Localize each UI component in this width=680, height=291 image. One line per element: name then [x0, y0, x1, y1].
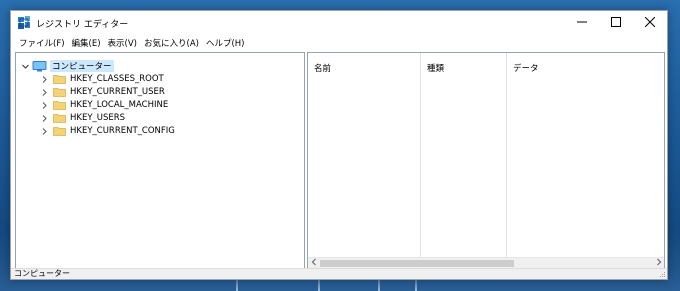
folder-icon: [53, 74, 66, 84]
chevron-right-icon[interactable]: [41, 114, 48, 123]
menu-view[interactable]: 表示(V): [106, 37, 142, 49]
tree-item-hkey-classes-root[interactable]: HKEY_CLASSES_ROOT: [41, 73, 164, 85]
tree-item-label: HKEY_LOCAL_MACHINE: [70, 100, 169, 110]
registry-editor-icon: [18, 16, 31, 29]
tree-item-hkey-current-config[interactable]: HKEY_CURRENT_CONFIG: [41, 125, 175, 137]
column-header-label: 種類: [427, 64, 445, 74]
tree-item-hkey-current-user[interactable]: HKEY_CURRENT_USER: [41, 86, 165, 98]
tree-item-label: HKEY_CURRENT_USER: [70, 87, 165, 97]
registry-editor-window: レジストリ エディター ファイル(F) 編集(E) 表示(V) お気に入り(A): [10, 10, 668, 280]
column-header-label: データ: [513, 64, 539, 74]
chevron-right-icon[interactable]: [41, 101, 48, 110]
window-title: レジストリ エディター: [36, 20, 129, 30]
registry-tree-pane[interactable]: コンピューター HKEY_CLASSES_ROOT HKEY_CURRENT_U…: [15, 52, 305, 270]
status-bar: コンピューター: [11, 268, 667, 279]
folder-icon: [53, 87, 66, 97]
minimize-icon: [577, 17, 587, 27]
title-bar[interactable]: レジストリ エディター: [11, 11, 667, 35]
chevron-right-icon[interactable]: [41, 75, 48, 84]
chevron-right-icon[interactable]: [41, 88, 48, 97]
tree-item-label: HKEY_CURRENT_CONFIG: [70, 126, 175, 136]
menu-edit[interactable]: 編集(E): [70, 37, 106, 49]
status-path: コンピューター: [14, 269, 70, 278]
menu-favorites[interactable]: お気に入り(A): [142, 37, 204, 49]
tree-item-hkey-users[interactable]: HKEY_USERS: [41, 112, 125, 124]
maximize-icon: [611, 17, 621, 27]
scrollbar-thumb[interactable]: [320, 260, 514, 267]
folder-icon: [53, 126, 66, 136]
chevron-right-icon[interactable]: [41, 127, 48, 136]
tree-item-label: HKEY_USERS: [70, 113, 126, 123]
resize-grip-icon[interactable]: [658, 270, 666, 278]
chevron-down-icon[interactable]: [21, 62, 30, 71]
registry-values-pane[interactable]: 名前 種類 データ: [307, 52, 665, 270]
column-header-type[interactable]: 種類: [421, 53, 507, 260]
tree-item-computer[interactable]: コンピューター: [21, 60, 114, 72]
minimize-button[interactable]: [565, 11, 599, 33]
close-icon: [645, 17, 655, 27]
folder-icon: [53, 113, 66, 123]
column-header-name[interactable]: 名前: [308, 53, 421, 260]
computer-icon: [32, 60, 47, 72]
folder-icon: [53, 100, 66, 110]
tree-item-hkey-local-machine[interactable]: HKEY_LOCAL_MACHINE: [41, 99, 168, 111]
column-header-data[interactable]: データ: [507, 53, 664, 260]
maximize-button[interactable]: [599, 11, 633, 33]
menu-file[interactable]: ファイル(F): [17, 37, 70, 49]
tree-item-label: HKEY_CLASSES_ROOT: [70, 74, 164, 84]
column-header-label: 名前: [314, 64, 332, 74]
menu-help[interactable]: ヘルプ(H): [204, 37, 250, 49]
close-button[interactable]: [633, 11, 667, 33]
menu-bar: ファイル(F) 編集(E) 表示(V) お気に入り(A) ヘルプ(H): [11, 35, 667, 51]
tree-item-label: コンピューター: [50, 60, 114, 72]
